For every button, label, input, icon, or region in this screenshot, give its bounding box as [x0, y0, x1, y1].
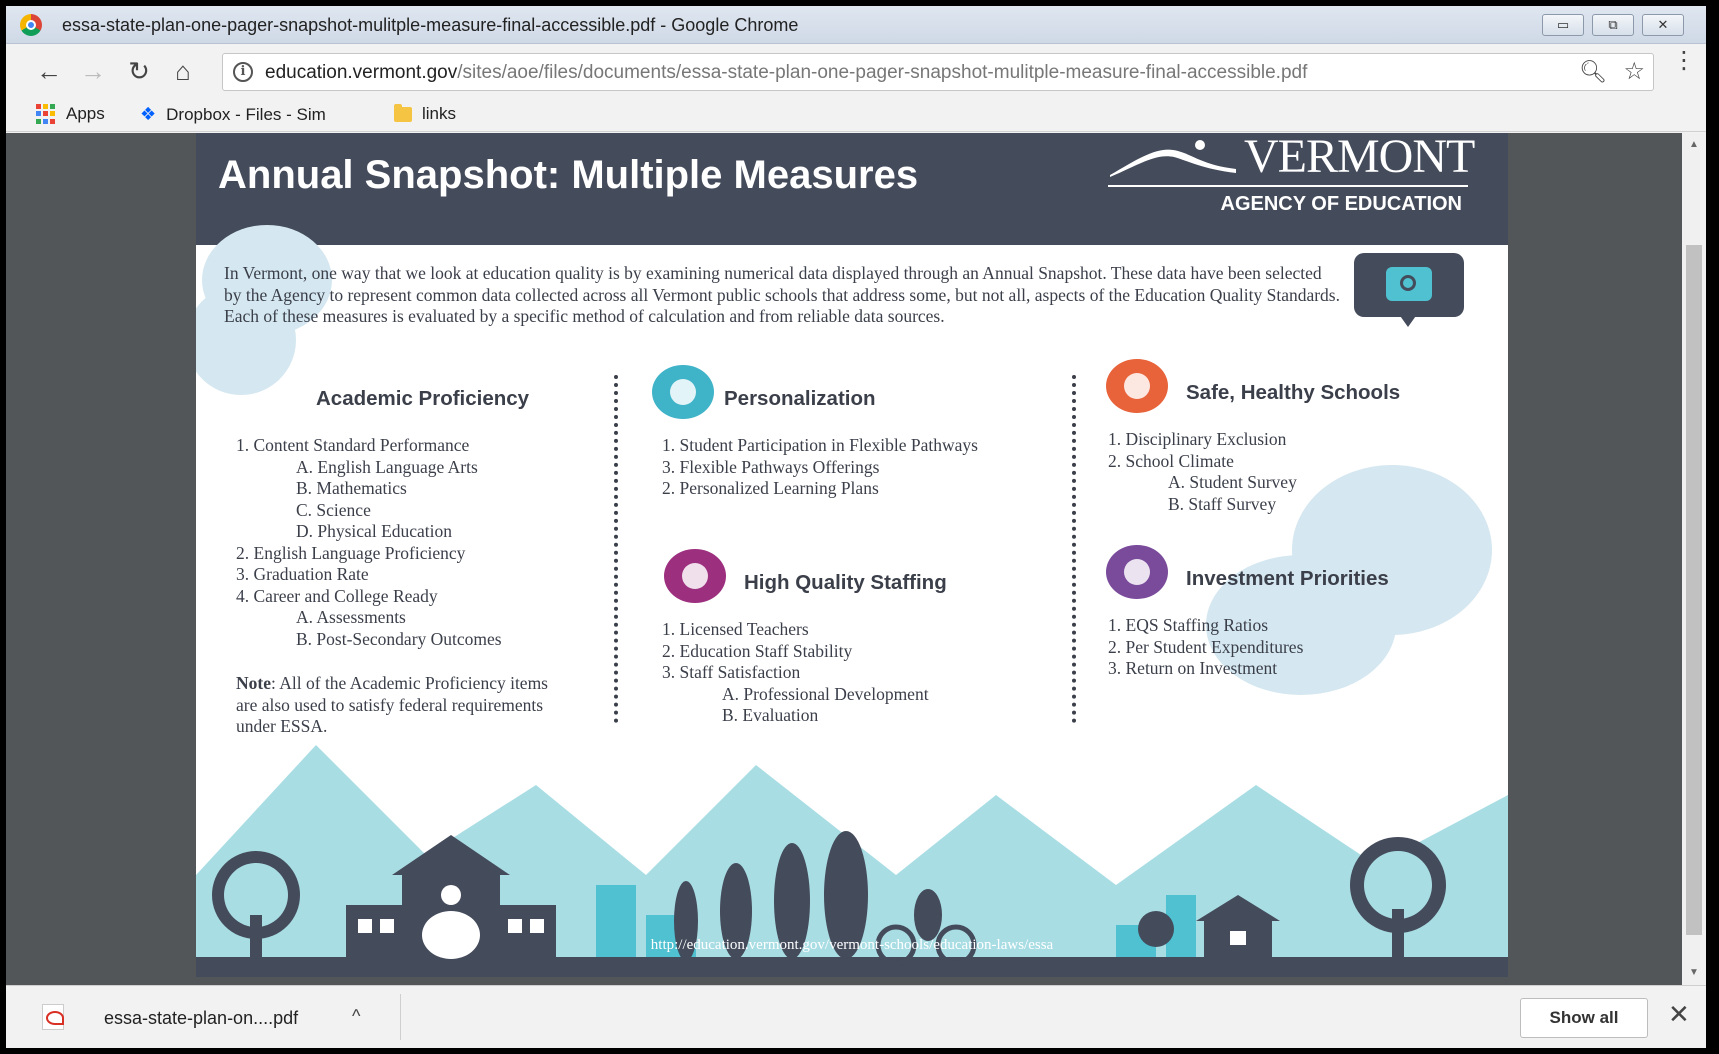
vertical-scrollbar[interactable]: ▲ ▼: [1682, 133, 1706, 985]
folder-icon: [394, 103, 412, 122]
reload-button[interactable]: ↻: [122, 54, 156, 88]
list-item: 1. Student Participation in Flexible Pat…: [662, 435, 978, 455]
intro-paragraph: In Vermont, one way that we look at educ…: [224, 263, 1340, 326]
pdf-file-icon: [42, 1004, 64, 1030]
footer-url[interactable]: http://education.vermont.gov/vermont-sch…: [196, 937, 1508, 954]
bookmark-label: Dropbox - Files - Sim: [166, 104, 326, 124]
downloads-bar: essa-state-plan-on....pdf ^ Show all ✕: [6, 985, 1706, 1048]
scrollbar-thumb[interactable]: [1686, 245, 1702, 935]
browser-toolbar: ← → ↻ ⌂ i education.vermont.gov/sites/ao…: [6, 44, 1706, 98]
school-icon: [1106, 359, 1168, 413]
list-item: 1. Content Standard Performance: [236, 435, 470, 455]
list-item: 1. Licensed Teachers: [662, 619, 809, 639]
staffing-list: 1. Licensed Teachers 2. Education Staff …: [662, 619, 929, 727]
safe-schools-title: Safe, Healthy Schools: [1186, 381, 1401, 404]
academic-proficiency-title: Academic Proficiency: [316, 387, 530, 410]
bookmark-dropbox[interactable]: ❖ Dropbox - Files - Sim: [140, 104, 326, 125]
close-window-button[interactable]: ✕: [1642, 14, 1684, 36]
back-button[interactable]: ←: [32, 54, 66, 88]
info-icon[interactable]: i: [233, 62, 253, 82]
bookmark-apps[interactable]: Apps: [36, 104, 105, 124]
document-title: Annual Snapshot: Multiple Measures: [218, 153, 919, 197]
list-item: 2. School Climate: [1108, 450, 1234, 471]
url-text[interactable]: education.vermont.gov/sites/aoe/files/do…: [265, 62, 1307, 84]
logo-rule: [1108, 185, 1468, 187]
apps-grid-icon: [36, 104, 56, 124]
download-file-name[interactable]: essa-state-plan-on....pdf: [104, 1008, 298, 1029]
academic-proficiency-list: 1. Content Standard Performance A. Engli…: [236, 435, 502, 650]
list-item: 3. Staff Satisfaction: [662, 662, 801, 682]
list-item: C. Science: [296, 499, 371, 520]
logo-agency-text: AGENCY OF EDUCATION: [1220, 193, 1463, 215]
forward-button[interactable]: →: [76, 54, 110, 88]
list-item: 3. Return on Investment: [1108, 658, 1278, 678]
piggy-bank-icon: [1106, 545, 1168, 599]
list-item: 2. Education Staff Stability: [662, 640, 853, 661]
download-item[interactable]: essa-state-plan-on....pdf ^: [30, 996, 376, 1038]
list-item: B. Evaluation: [722, 705, 819, 725]
bookmark-label: Apps: [66, 104, 105, 123]
list-item: A. Student Survey: [1168, 472, 1297, 492]
scroll-down-arrow-icon[interactable]: ▼: [1686, 967, 1702, 978]
camera-icon: [1354, 253, 1464, 327]
list-item: A. English Language Arts: [296, 456, 478, 477]
logo-vermont-text: VERMONT: [1244, 133, 1475, 183]
note-label: Note: [236, 673, 271, 693]
list-item: 2. Personalized Learning Plans: [662, 478, 879, 498]
list-item: 1. EQS Staffing Ratios: [1108, 615, 1269, 635]
show-all-button[interactable]: Show all: [1520, 998, 1648, 1038]
mountain-logo-icon: [1110, 140, 1236, 177]
url-host: education.vermont.gov: [265, 62, 458, 83]
zoom-icon[interactable]: 🔍︎: [1579, 59, 1607, 85]
personalization-title: Personalization: [724, 387, 876, 410]
bookmark-label: links: [422, 104, 457, 123]
menu-button[interactable]: ⋮: [1672, 49, 1696, 73]
investment-title: Investment Priorities: [1186, 567, 1389, 590]
personalization-list: 1. Student Participation in Flexible Pat…: [662, 435, 978, 500]
personalization-icon: [652, 365, 714, 419]
pdf-page: Annual Snapshot: Multiple Measures VERMO…: [196, 133, 1508, 977]
close-downloads-icon[interactable]: ✕: [1668, 999, 1690, 1030]
title-bar: essa-state-plan-one-pager-snapshot-mulit…: [6, 6, 1706, 44]
minimize-button[interactable]: ▭: [1542, 14, 1584, 36]
list-item: B. Post-Secondary Outcomes: [296, 628, 502, 649]
list-item: 3. Flexible Pathways Offerings: [662, 456, 880, 477]
scroll-up-arrow-icon[interactable]: ▲: [1686, 139, 1702, 150]
vermont-logo: VERMONT AGENCY OF EDUCATION: [1108, 133, 1475, 223]
window-title: essa-state-plan-one-pager-snapshot-mulit…: [62, 15, 799, 35]
list-item: 1. Disciplinary Exclusion: [1108, 429, 1287, 449]
divider: [400, 994, 401, 1040]
download-options-caret[interactable]: ^: [352, 1006, 360, 1027]
chrome-logo-icon: [20, 14, 42, 36]
list-item: 3. Graduation Rate: [236, 564, 369, 584]
list-item: 2. Per Student Expenditures: [1108, 636, 1304, 657]
list-item: 4. Career and College Ready: [236, 585, 438, 606]
bookmark-links[interactable]: links: [394, 103, 457, 124]
browser-window: essa-state-plan-one-pager-snapshot-mulit…: [6, 6, 1706, 1048]
list-item: B. Staff Survey: [1168, 493, 1277, 514]
safe-schools-list: 1. Disciplinary Exclusion 2. School Clim…: [1108, 429, 1297, 515]
address-bar[interactable]: i education.vermont.gov/sites/aoe/files/…: [222, 53, 1654, 91]
list-item: B. Mathematics: [296, 478, 407, 498]
dropbox-icon: ❖: [140, 104, 157, 124]
list-item: D. Physical Education: [296, 521, 453, 541]
column-divider: [1072, 375, 1076, 723]
star-icon[interactable]: ☆: [1623, 57, 1645, 86]
staffing-title: High Quality Staffing: [744, 571, 947, 594]
pdf-viewer[interactable]: Annual Snapshot: Multiple Measures VERMO…: [6, 133, 1706, 985]
maximize-button[interactable]: ⧉: [1592, 14, 1634, 36]
investment-list: 1. EQS Staffing Ratios 2. Per Student Ex…: [1108, 615, 1303, 680]
list-item: A. Professional Development: [722, 683, 929, 704]
bookmarks-bar: Apps ❖ Dropbox - Files - Sim links: [6, 98, 1706, 132]
list-item: 2. English Language Proficiency: [236, 542, 466, 563]
home-button[interactable]: ⌂: [166, 54, 200, 88]
url-path: /sites/aoe/files/documents/essa-state-pl…: [457, 62, 1308, 83]
column-divider: [614, 375, 618, 723]
staffing-icon: [664, 549, 726, 603]
document-header: Annual Snapshot: Multiple Measures VERMO…: [196, 133, 1508, 245]
list-item: A. Assessments: [296, 607, 406, 627]
